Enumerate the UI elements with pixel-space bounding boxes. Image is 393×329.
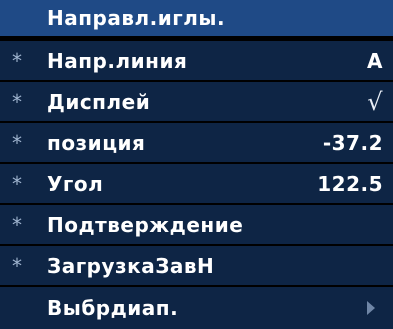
menu-item-line-direction[interactable]: * Напр.линия A [0,41,393,80]
menu-item-position[interactable]: * позиция -37.2 [0,123,393,162]
menu-item-display[interactable]: * Дисплей √ [0,82,393,121]
menu-item-confirmation[interactable]: * Подтверждение [0,205,393,244]
menu-item-label: Дисплей [47,89,151,114]
item-marker: * [12,253,23,278]
menu-item-label: Выбрдиап. [47,296,179,320]
item-marker: * [12,89,23,114]
settings-menu: Направл.иглы. * Напр.линия A * Дисплей √… [0,0,393,329]
menu-item-load[interactable]: * ЗагрузкаЗавН [0,246,393,285]
menu-item-label: позиция [47,130,146,155]
menu-item-value: -37.2 [322,130,383,155]
menu-title: Направл.иглы. [47,6,226,30]
menu-item-angle[interactable]: * Угол 122.5 [0,164,393,203]
checkmark-icon: √ [367,87,383,116]
menu-title-row: Направл.иглы. [0,0,393,36]
menu-item-range-select[interactable]: Выбрдиап. [0,287,393,329]
item-marker: * [12,130,23,155]
triangle-right-icon [367,301,375,315]
menu-item-value: 122.5 [317,171,383,196]
item-marker: * [12,171,23,196]
menu-item-label: Подтверждение [47,212,244,237]
item-marker: * [12,212,23,237]
menu-item-value: A [367,48,383,73]
menu-item-label: Напр.линия [47,48,188,73]
menu-item-label: ЗагрузкаЗавН [47,253,215,278]
menu-item-label: Угол [47,171,104,196]
item-marker: * [12,48,23,73]
